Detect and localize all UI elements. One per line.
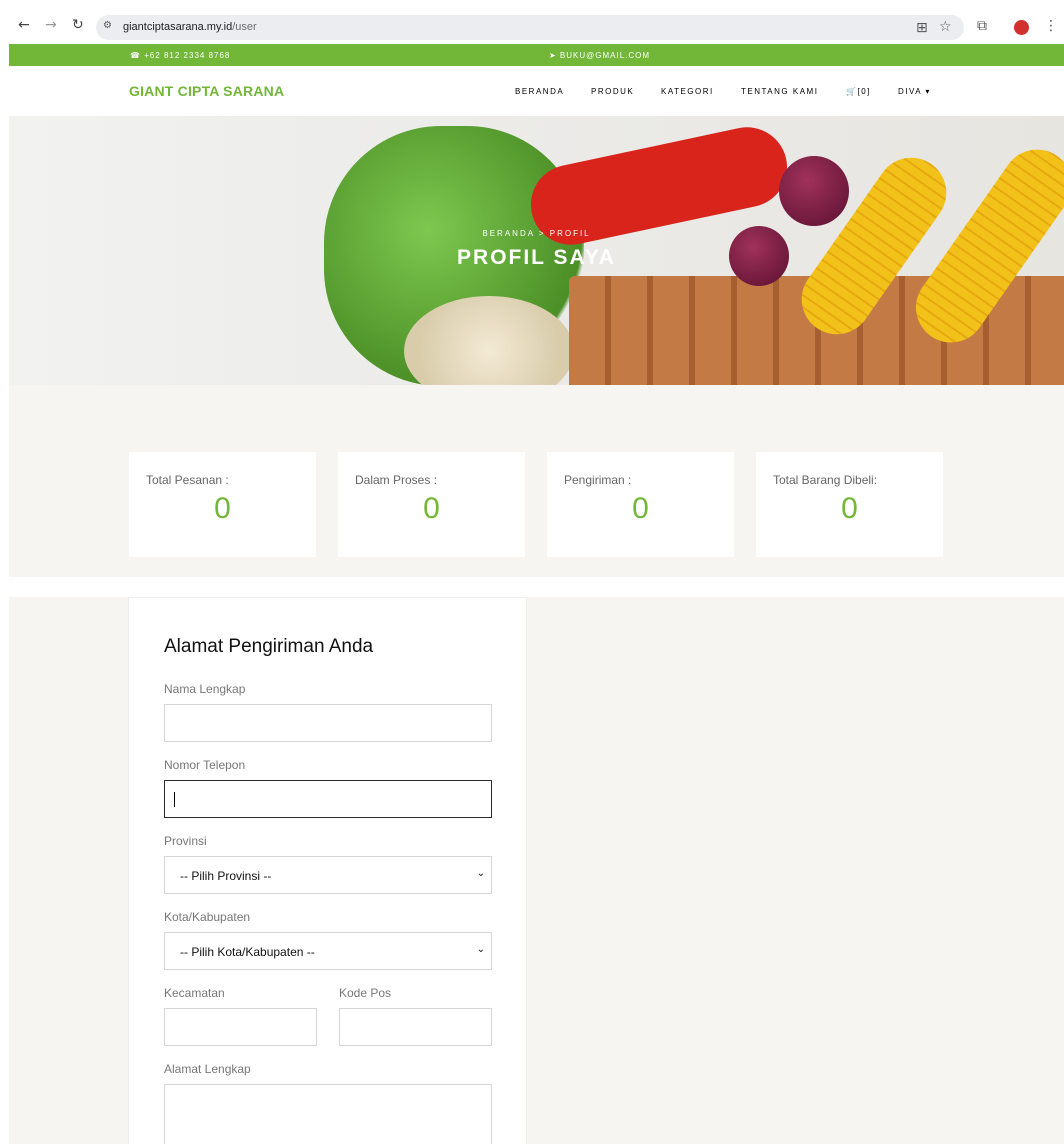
arrow-left-icon[interactable]: ← [18, 17, 30, 33]
stat-total-pesanan: Total Pesanan : 0 [129, 452, 316, 557]
arrow-right-icon[interactable]: → [45, 17, 57, 33]
nav-tentang-kami[interactable]: TENTANG KAMI [741, 87, 818, 96]
stat-dalam-proses: Dalam Proses : 0 [338, 452, 525, 557]
form-title: Alamat Pengiriman Anda [164, 636, 374, 657]
chevron-down-icon: ⌄ [476, 868, 485, 879]
bookmark-star-icon[interactable]: ☆ [939, 19, 952, 35]
provinsi-label: Provinsi [164, 834, 207, 848]
hero-onion-image [779, 156, 849, 226]
section-divider [9, 577, 1064, 597]
alamat-lengkap-textarea[interactable] [164, 1084, 492, 1144]
site-settings-icon[interactable]: ⚙ [103, 20, 117, 34]
kecamatan-label: Kecamatan [164, 986, 225, 1000]
brand-logo[interactable]: GIANT CIPTA SARANA [129, 83, 284, 99]
kode-pos-input[interactable] [339, 1008, 492, 1046]
stat-label: Dalam Proses : [355, 473, 438, 487]
kecamatan-input[interactable] [164, 1008, 317, 1046]
nama-label: Nama Lengkap [164, 682, 246, 696]
kodepos-label: Kode Pos [339, 986, 392, 1000]
stats-section: Total Pesanan : 0 Dalam Proses : 0 Pengi… [9, 385, 1064, 577]
page-title: PROFIL SAYA [457, 246, 616, 269]
address-bar[interactable]: ⚙ giantciptasarana.my.id/user ⊞ ☆ [96, 15, 964, 40]
nav-kategori[interactable]: KATEGORI [661, 87, 714, 96]
stat-pengiriman: Pengiriman : 0 [547, 452, 734, 557]
alamat-label: Alamat Lengkap [164, 1062, 251, 1076]
address-section: Alamat Pengiriman Anda Nama Lengkap Nomo… [9, 597, 1064, 1144]
stat-value: 0 [841, 492, 858, 525]
chevron-down-icon: ⌄ [476, 944, 485, 955]
menu-kebab-icon[interactable]: ⋮ [1044, 18, 1058, 34]
cart-count: [0] [857, 87, 871, 96]
stat-label: Total Pesanan : [146, 473, 229, 487]
text-caret [174, 792, 175, 807]
contact-topbar: ☎ +62 812 2334 8768 ➤ BUKU@GMAIL.COM [9, 44, 1064, 66]
nav-beranda[interactable]: BERANDA [515, 87, 564, 96]
stat-value: 0 [423, 492, 440, 525]
address-form-card: Alamat Pengiriman Anda Nama Lengkap Nomo… [128, 597, 527, 1144]
provinsi-selected: -- Pilih Provinsi -- [180, 869, 272, 883]
email-contact[interactable]: ➤ BUKU@GMAIL.COM [549, 51, 650, 60]
page: ☎ +62 812 2334 8768 ➤ BUKU@GMAIL.COM GIA… [9, 44, 1064, 1144]
extensions-icon[interactable]: ⧉ [977, 18, 987, 34]
nama-lengkap-input[interactable] [164, 704, 492, 742]
kota-selected: -- Pilih Kota/Kabupaten -- [180, 945, 315, 959]
nav-cart[interactable]: 🛒[0] [846, 87, 871, 96]
kota-select[interactable]: -- Pilih Kota/Kabupaten -- ⌄ [164, 932, 492, 970]
stat-label: Pengiriman : [564, 473, 632, 487]
nav-produk[interactable]: PRODUK [591, 87, 634, 96]
profile-avatar[interactable] [1014, 20, 1029, 35]
reload-icon[interactable]: ↻ [72, 17, 84, 33]
main-navbar: GIANT CIPTA SARANA BERANDA PRODUK KATEGO… [9, 66, 1064, 116]
stat-value: 0 [632, 492, 649, 525]
hero-banner: BERANDA > PROFIL PROFIL SAYA [9, 116, 1064, 385]
cart-icon: 🛒 [846, 87, 858, 96]
breadcrumb: BERANDA > PROFIL [482, 229, 591, 238]
stat-value: 0 [214, 492, 231, 525]
nomor-telepon-input[interactable] [164, 780, 492, 818]
browser-toolbar: ← → ↻ ⚙ giantciptasarana.my.id/user ⊞ ☆ … [0, 0, 1064, 44]
nav-user-dropdown[interactable]: DIVA ▾ [898, 87, 931, 96]
url-text: giantciptasarana.my.id/user [123, 21, 257, 33]
phone-contact[interactable]: ☎ +62 812 2334 8768 [130, 51, 230, 60]
stat-total-barang: Total Barang Dibeli: 0 [756, 452, 943, 557]
kota-label: Kota/Kabupaten [164, 910, 251, 924]
provinsi-select[interactable]: -- Pilih Provinsi -- ⌄ [164, 856, 492, 894]
translate-icon[interactable]: ⊞ [916, 20, 928, 36]
stat-label: Total Barang Dibeli: [773, 473, 878, 487]
telepon-label: Nomor Telepon [164, 758, 246, 772]
